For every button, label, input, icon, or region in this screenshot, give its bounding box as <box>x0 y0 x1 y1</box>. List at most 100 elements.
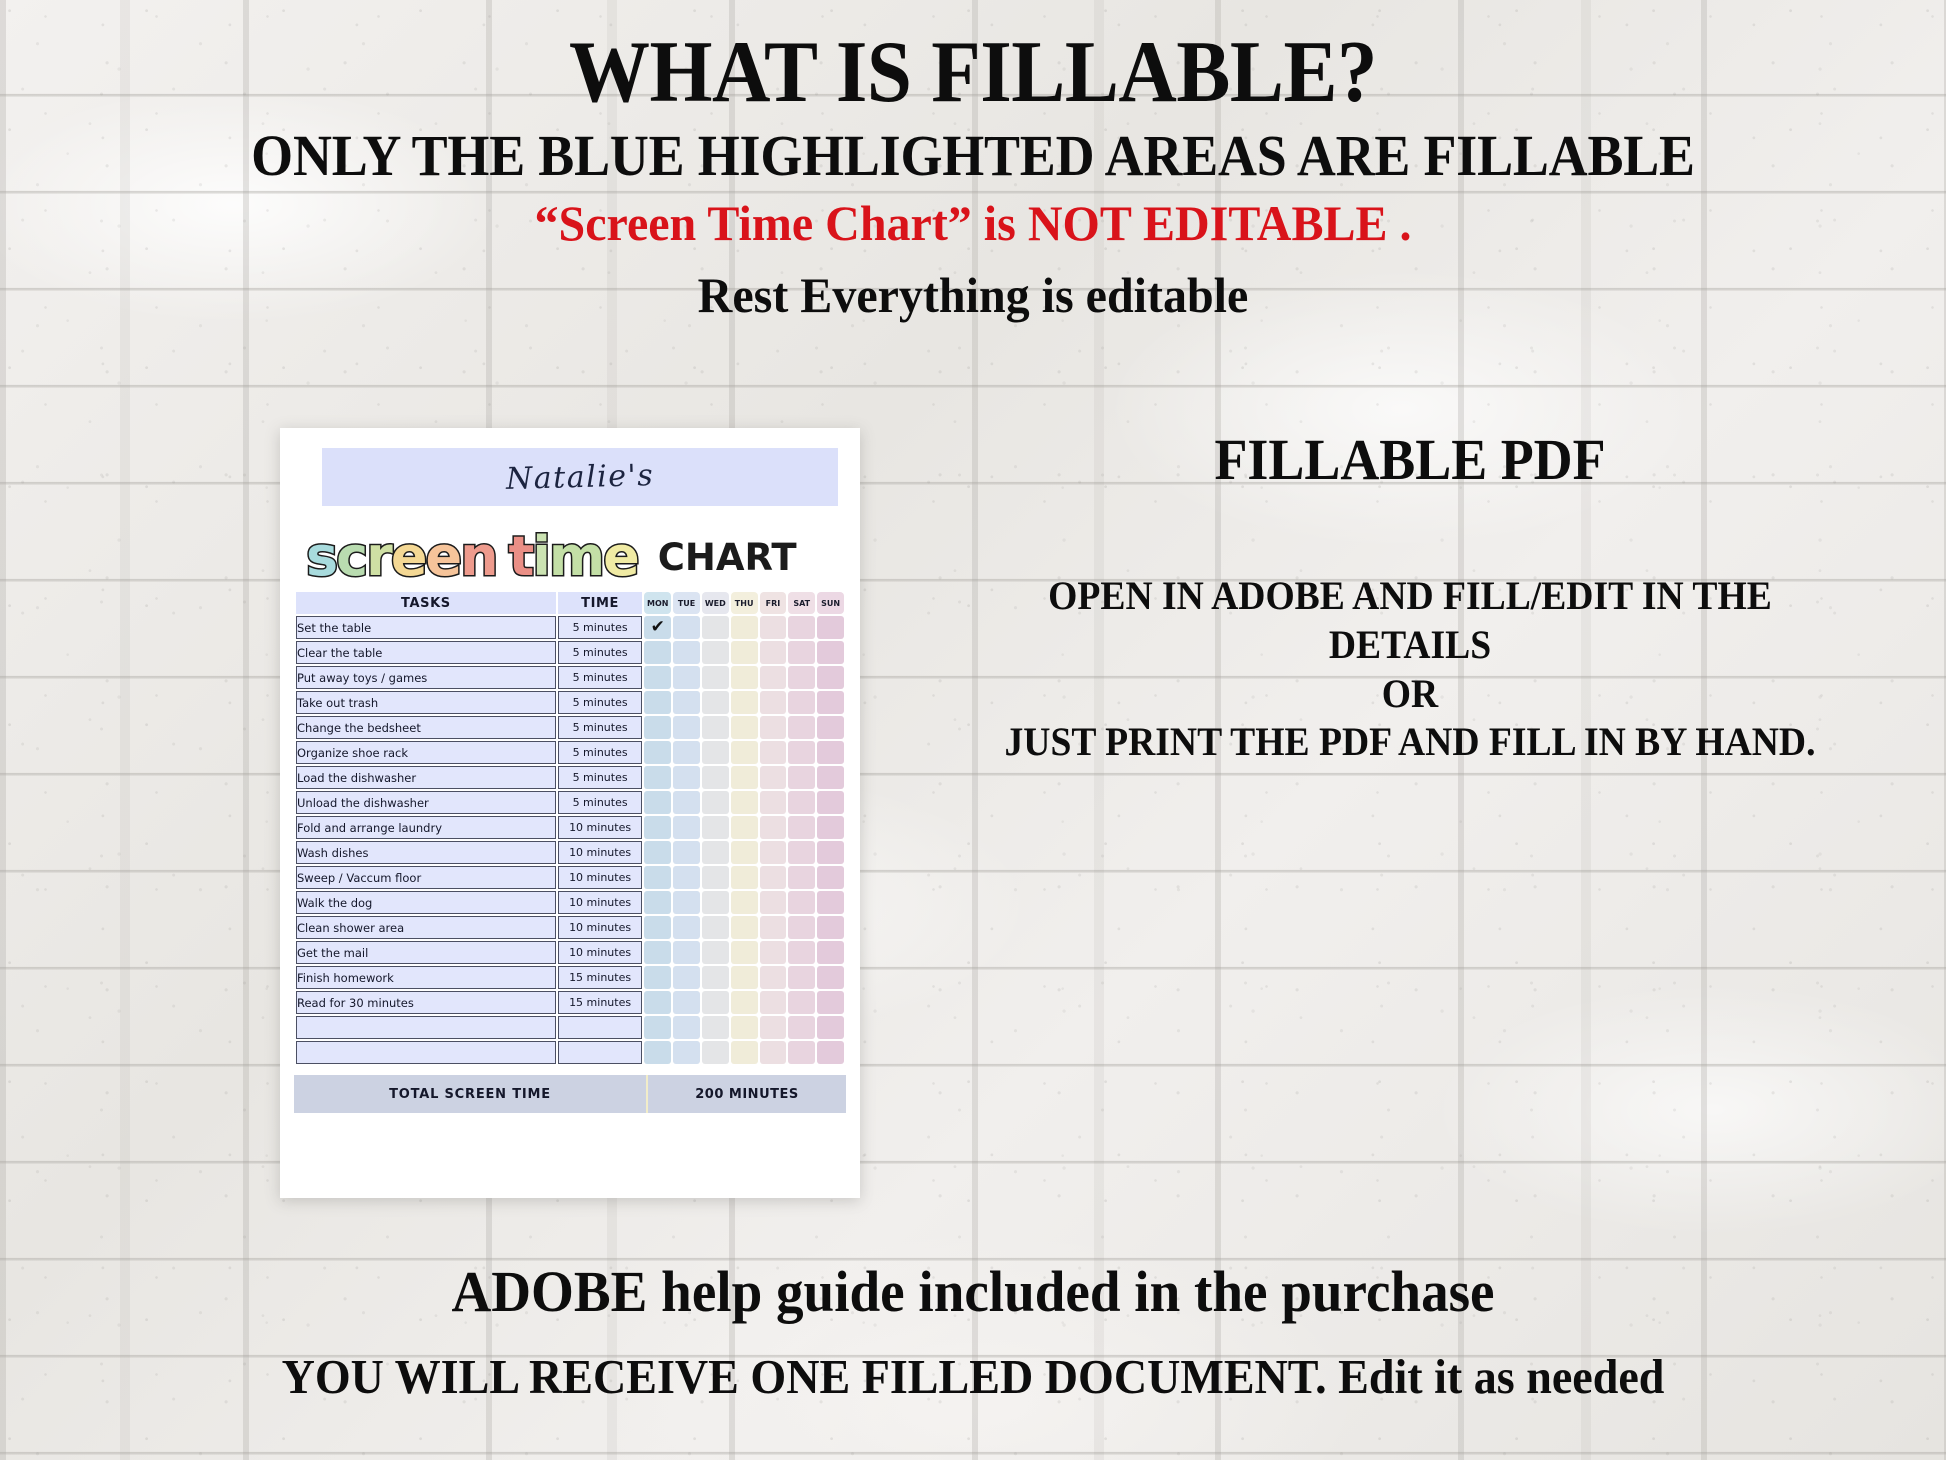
day-checkbox-tue[interactable] <box>673 866 700 889</box>
task-input[interactable]: Unload the dishwasher <box>296 791 556 814</box>
day-checkbox-fri[interactable] <box>759 966 787 989</box>
day-checkbox-sat[interactable] <box>788 791 816 814</box>
day-checkbox-sat[interactable] <box>788 1041 816 1064</box>
day-checkbox-sun[interactable] <box>817 916 844 939</box>
day-checkbox-wed[interactable] <box>701 816 729 839</box>
time-input[interactable]: 5 minutes <box>557 766 643 789</box>
time-input[interactable]: 10 minutes <box>557 841 643 864</box>
day-checkbox-tue[interactable] <box>673 766 700 789</box>
day-checkbox-sun[interactable] <box>817 616 844 639</box>
day-checkbox-mon[interactable] <box>644 741 672 764</box>
day-checkbox-tue[interactable] <box>673 666 700 689</box>
day-checkbox-fri[interactable] <box>759 691 787 714</box>
day-checkbox-sat[interactable] <box>788 966 816 989</box>
day-checkbox-sun[interactable] <box>817 891 844 914</box>
day-checkbox-tue[interactable] <box>673 841 700 864</box>
day-checkbox-fri[interactable] <box>759 841 787 864</box>
day-checkbox-wed[interactable] <box>701 766 729 789</box>
day-checkbox-fri[interactable] <box>759 916 787 939</box>
task-input[interactable]: Walk the dog <box>296 891 556 914</box>
day-checkbox-fri[interactable] <box>759 716 787 739</box>
day-checkbox-sat[interactable] <box>788 916 816 939</box>
day-checkbox-mon[interactable] <box>644 1016 672 1039</box>
task-input[interactable]: Wash dishes <box>296 841 556 864</box>
task-input[interactable]: Organize shoe rack <box>296 741 556 764</box>
day-checkbox-sun[interactable] <box>817 1016 844 1039</box>
time-input[interactable]: 5 minutes <box>557 691 643 714</box>
day-checkbox-mon[interactable] <box>644 716 672 739</box>
task-input[interactable]: Fold and arrange laundry <box>296 816 556 839</box>
day-checkbox-sat[interactable] <box>788 716 816 739</box>
day-checkbox-tue[interactable] <box>673 891 700 914</box>
time-input[interactable]: 15 minutes <box>557 991 643 1014</box>
time-input[interactable] <box>557 1016 643 1039</box>
day-checkbox-sun[interactable] <box>817 966 844 989</box>
day-checkbox-fri[interactable] <box>759 791 787 814</box>
time-input[interactable]: 5 minutes <box>557 616 643 639</box>
task-input[interactable]: Read for 30 minutes <box>296 991 556 1014</box>
day-checkbox-fri[interactable] <box>759 641 787 664</box>
time-input[interactable]: 15 minutes <box>557 966 643 989</box>
day-checkbox-wed[interactable] <box>701 841 729 864</box>
day-checkbox-fri[interactable] <box>759 891 787 914</box>
day-checkbox-fri[interactable] <box>759 1016 787 1039</box>
day-checkbox-thu[interactable] <box>730 1016 758 1039</box>
time-input[interactable]: 10 minutes <box>557 866 643 889</box>
task-input[interactable]: Take out trash <box>296 691 556 714</box>
day-checkbox-wed[interactable] <box>701 791 729 814</box>
day-checkbox-thu[interactable] <box>730 741 758 764</box>
day-checkbox-fri[interactable] <box>759 766 787 789</box>
day-checkbox-sat[interactable] <box>788 666 816 689</box>
time-input[interactable] <box>557 1041 643 1064</box>
day-checkbox-sun[interactable] <box>817 766 844 789</box>
day-checkbox-sat[interactable] <box>788 991 816 1014</box>
day-checkbox-wed[interactable] <box>701 891 729 914</box>
day-checkbox-sat[interactable] <box>788 816 816 839</box>
day-checkbox-tue[interactable] <box>673 941 700 964</box>
task-input[interactable]: Load the dishwasher <box>296 766 556 789</box>
day-checkbox-sat[interactable] <box>788 691 816 714</box>
time-input[interactable]: 5 minutes <box>557 791 643 814</box>
day-checkbox-sun[interactable] <box>817 991 844 1014</box>
day-checkbox-mon[interactable] <box>644 941 672 964</box>
day-checkbox-sat[interactable] <box>788 866 816 889</box>
task-input[interactable]: Set the table <box>296 616 556 639</box>
day-checkbox-mon[interactable] <box>644 966 672 989</box>
day-checkbox-thu[interactable] <box>730 691 758 714</box>
day-checkbox-sat[interactable] <box>788 766 816 789</box>
day-checkbox-wed[interactable] <box>701 1016 729 1039</box>
task-input[interactable]: Put away toys / games <box>296 666 556 689</box>
day-checkbox-tue[interactable] <box>673 741 700 764</box>
day-checkbox-wed[interactable] <box>701 866 729 889</box>
day-checkbox-tue[interactable] <box>673 816 700 839</box>
day-checkbox-sun[interactable] <box>817 816 844 839</box>
day-checkbox-thu[interactable] <box>730 991 758 1014</box>
total-screen-time-value[interactable]: 200 MINUTES <box>648 1087 846 1102</box>
day-checkbox-wed[interactable] <box>701 966 729 989</box>
day-checkbox-wed[interactable] <box>701 741 729 764</box>
day-checkbox-sun[interactable] <box>817 716 844 739</box>
day-checkbox-sat[interactable] <box>788 941 816 964</box>
day-checkbox-tue[interactable] <box>673 991 700 1014</box>
time-input[interactable]: 10 minutes <box>557 891 643 914</box>
day-checkbox-wed[interactable] <box>701 941 729 964</box>
day-checkbox-tue[interactable] <box>673 616 700 639</box>
day-checkbox-mon[interactable] <box>644 841 672 864</box>
day-checkbox-thu[interactable] <box>730 841 758 864</box>
day-checkbox-fri[interactable] <box>759 666 787 689</box>
day-checkbox-wed[interactable] <box>701 1041 729 1064</box>
day-checkbox-thu[interactable] <box>730 791 758 814</box>
day-checkbox-thu[interactable] <box>730 616 758 639</box>
day-checkbox-sun[interactable] <box>817 941 844 964</box>
day-checkbox-mon[interactable] <box>644 916 672 939</box>
day-checkbox-tue[interactable] <box>673 966 700 989</box>
day-checkbox-sun[interactable] <box>817 641 844 664</box>
day-checkbox-thu[interactable] <box>730 716 758 739</box>
day-checkbox-fri[interactable] <box>759 816 787 839</box>
day-checkbox-thu[interactable] <box>730 666 758 689</box>
task-input[interactable]: Finish homework <box>296 966 556 989</box>
day-checkbox-thu[interactable] <box>730 816 758 839</box>
day-checkbox-fri[interactable] <box>759 1041 787 1064</box>
day-checkbox-fri[interactable] <box>759 741 787 764</box>
time-input[interactable]: 5 minutes <box>557 716 643 739</box>
